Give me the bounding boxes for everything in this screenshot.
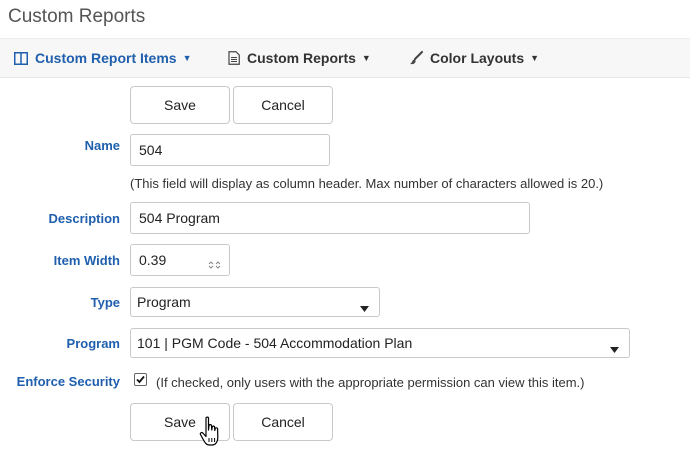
caret-down-icon: ▼: [361, 53, 371, 63]
spinner-icon[interactable]: [207, 256, 223, 269]
type-value: Program: [137, 294, 191, 310]
caret-down-icon: ▼: [182, 53, 192, 63]
nav-label: Custom Reports: [247, 50, 356, 66]
document-icon: [228, 51, 240, 65]
name-field[interactable]: 504: [130, 134, 330, 166]
enforce-security-hint: (If checked, only users with the appropr…: [156, 375, 585, 390]
description-label: Description: [48, 211, 120, 226]
program-select[interactable]: 101 | PGM Code - 504 Accommodation Plan: [130, 328, 630, 358]
description-field[interactable]: 504 Program: [130, 202, 530, 234]
dropdown-arrow-icon: [610, 340, 619, 356]
type-select[interactable]: Program: [130, 287, 380, 317]
paintbrush-icon: [409, 51, 423, 65]
nav-color-layouts[interactable]: Color Layouts ▼: [409, 39, 539, 77]
cancel-button-top[interactable]: Cancel: [233, 86, 333, 124]
type-label: Type: [90, 295, 120, 310]
check-icon: [136, 375, 145, 384]
page-title: Custom Reports: [8, 6, 146, 27]
enforce-security-checkbox[interactable]: [134, 373, 147, 386]
nav-custom-reports[interactable]: Custom Reports ▼: [228, 39, 371, 77]
cancel-button-bottom[interactable]: Cancel: [233, 403, 333, 441]
columns-icon: [14, 51, 28, 65]
program-label: Program: [66, 336, 120, 351]
hand-pointer-icon: [199, 416, 223, 455]
dropdown-arrow-icon: [360, 299, 369, 315]
nav-custom-report-items[interactable]: Custom Report Items ▼: [14, 39, 192, 77]
save-button-top[interactable]: Save: [130, 86, 230, 124]
program-value: 101 | PGM Code - 504 Accommodation Plan: [137, 335, 413, 351]
item-width-field[interactable]: 0.39: [130, 244, 230, 276]
nav-label: Custom Report Items: [35, 50, 177, 66]
enforce-security-label: Enforce Security: [16, 374, 120, 389]
nav-label: Color Layouts: [430, 50, 525, 66]
nav-bar: Custom Report Items ▼ Custom Reports ▼ C…: [0, 38, 690, 78]
name-label: Name: [84, 138, 120, 153]
item-width-value: 0.39: [139, 252, 167, 268]
caret-down-icon: ▼: [530, 53, 540, 63]
item-width-label: Item Width: [53, 253, 120, 268]
name-hint: (This field will display as column heade…: [130, 176, 604, 191]
